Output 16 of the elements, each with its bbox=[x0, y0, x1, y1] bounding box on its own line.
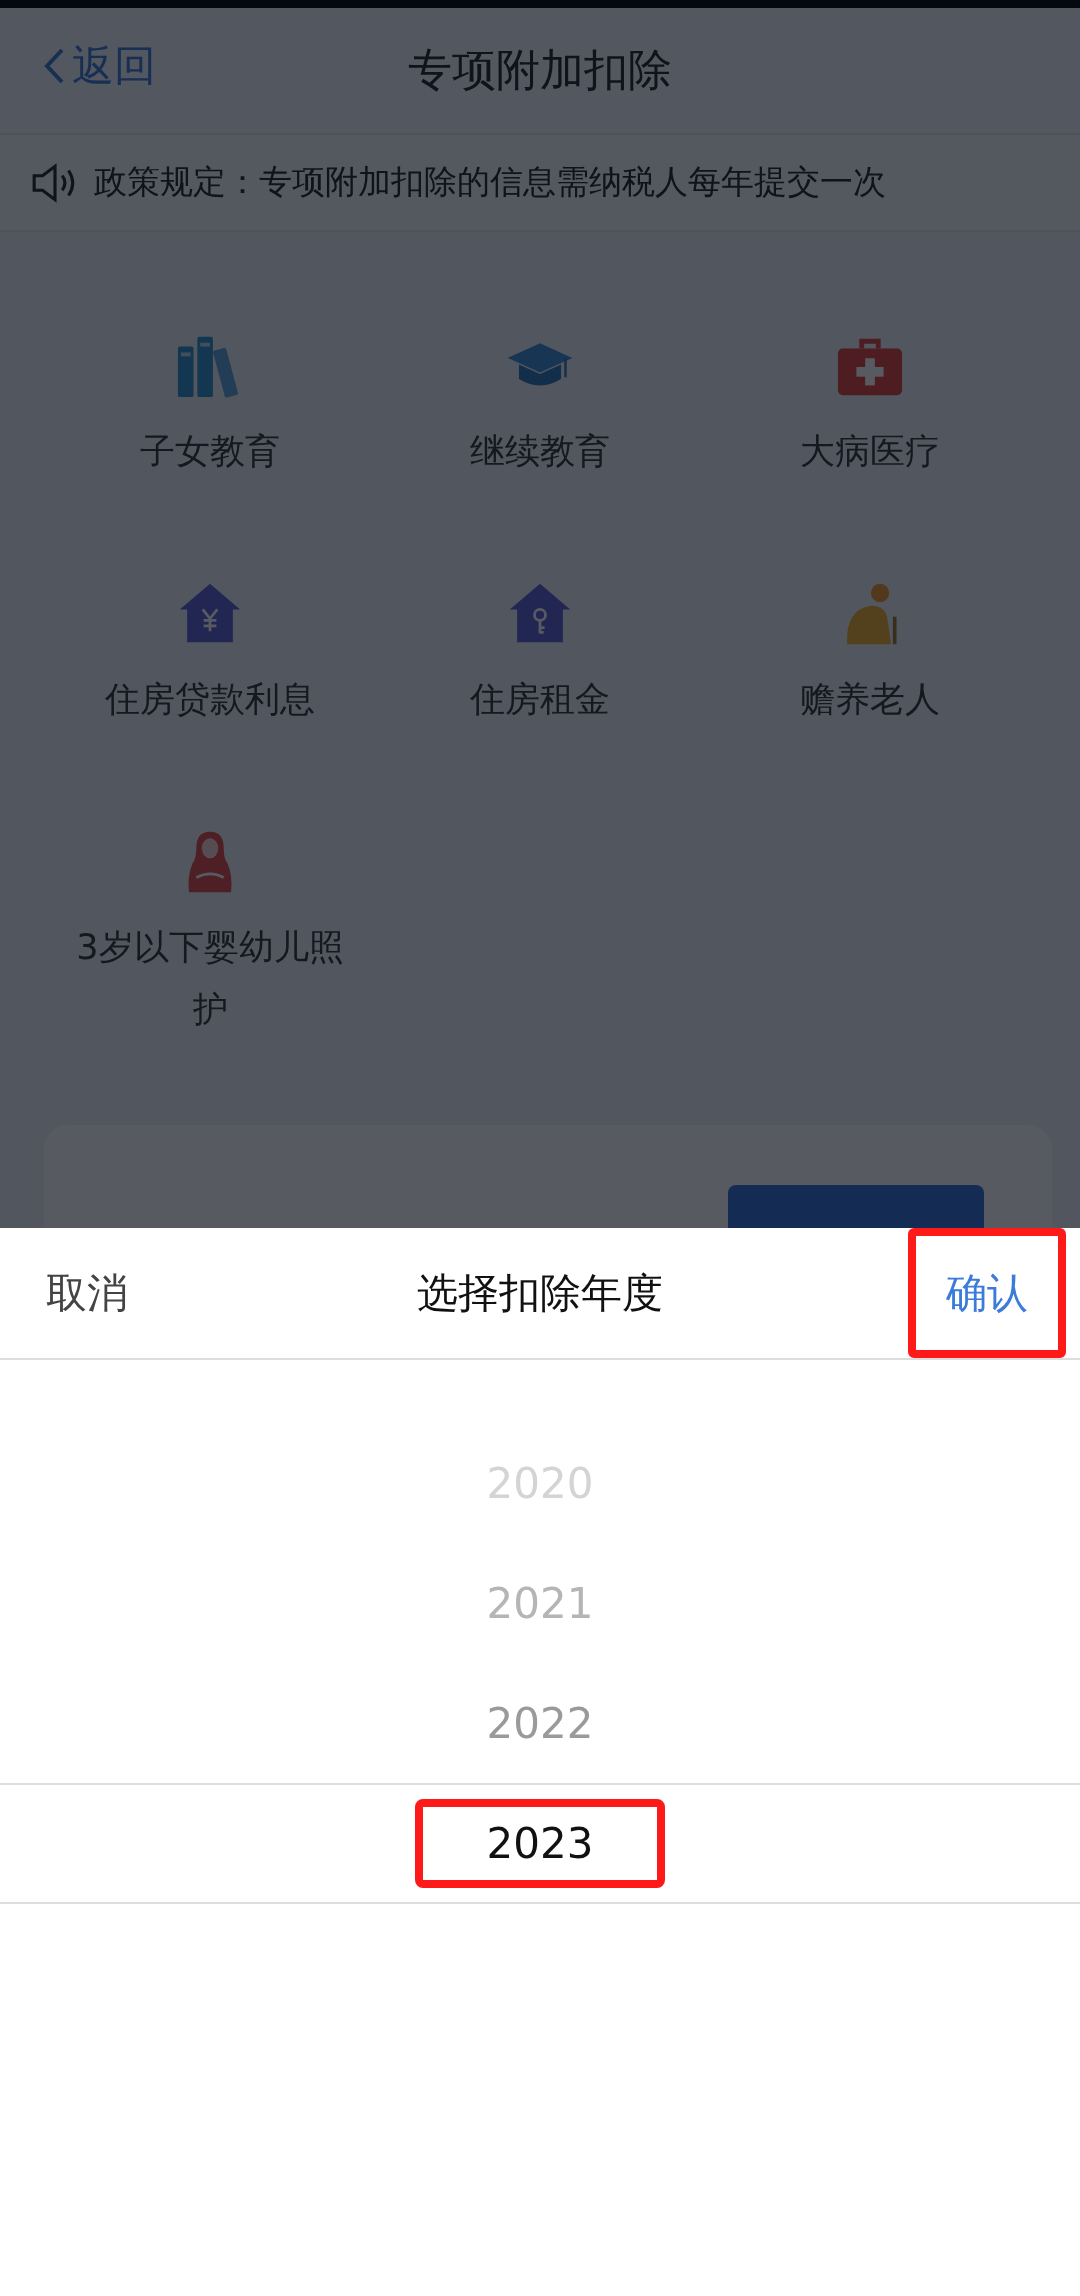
confirm-button[interactable]: 确认 bbox=[908, 1228, 1066, 1358]
page-title: 专项附加扣除 bbox=[408, 43, 672, 97]
sheet-title: 选择扣除年度 bbox=[417, 1267, 663, 1319]
deduction-item[interactable]: 住房租金 bbox=[375, 582, 705, 730]
year-option[interactable]: 2021 bbox=[414, 1558, 666, 1648]
year-option[interactable]: 2022 bbox=[414, 1678, 666, 1768]
deduction-item[interactable]: 子女教育 bbox=[45, 334, 375, 482]
deduction-item[interactable]: 3岁以下婴幼儿照护 bbox=[45, 830, 375, 1040]
deduction-item[interactable]: 赡养老人 bbox=[705, 582, 1035, 730]
deduction-item[interactable]: 大病医疗 bbox=[705, 334, 1035, 482]
policy-notice: 政策规定：专项附加扣除的信息需纳税人每年提交一次 bbox=[94, 161, 886, 203]
cancel-button[interactable]: 取消 bbox=[0, 1228, 174, 1358]
back-button[interactable]: 返回 bbox=[42, 38, 156, 94]
deduction-item[interactable]: 继续教育 bbox=[375, 334, 705, 482]
year-option[interactable]: 2023 bbox=[414, 1798, 666, 1888]
deduction-item[interactable]: 住房贷款利息 bbox=[45, 582, 375, 730]
